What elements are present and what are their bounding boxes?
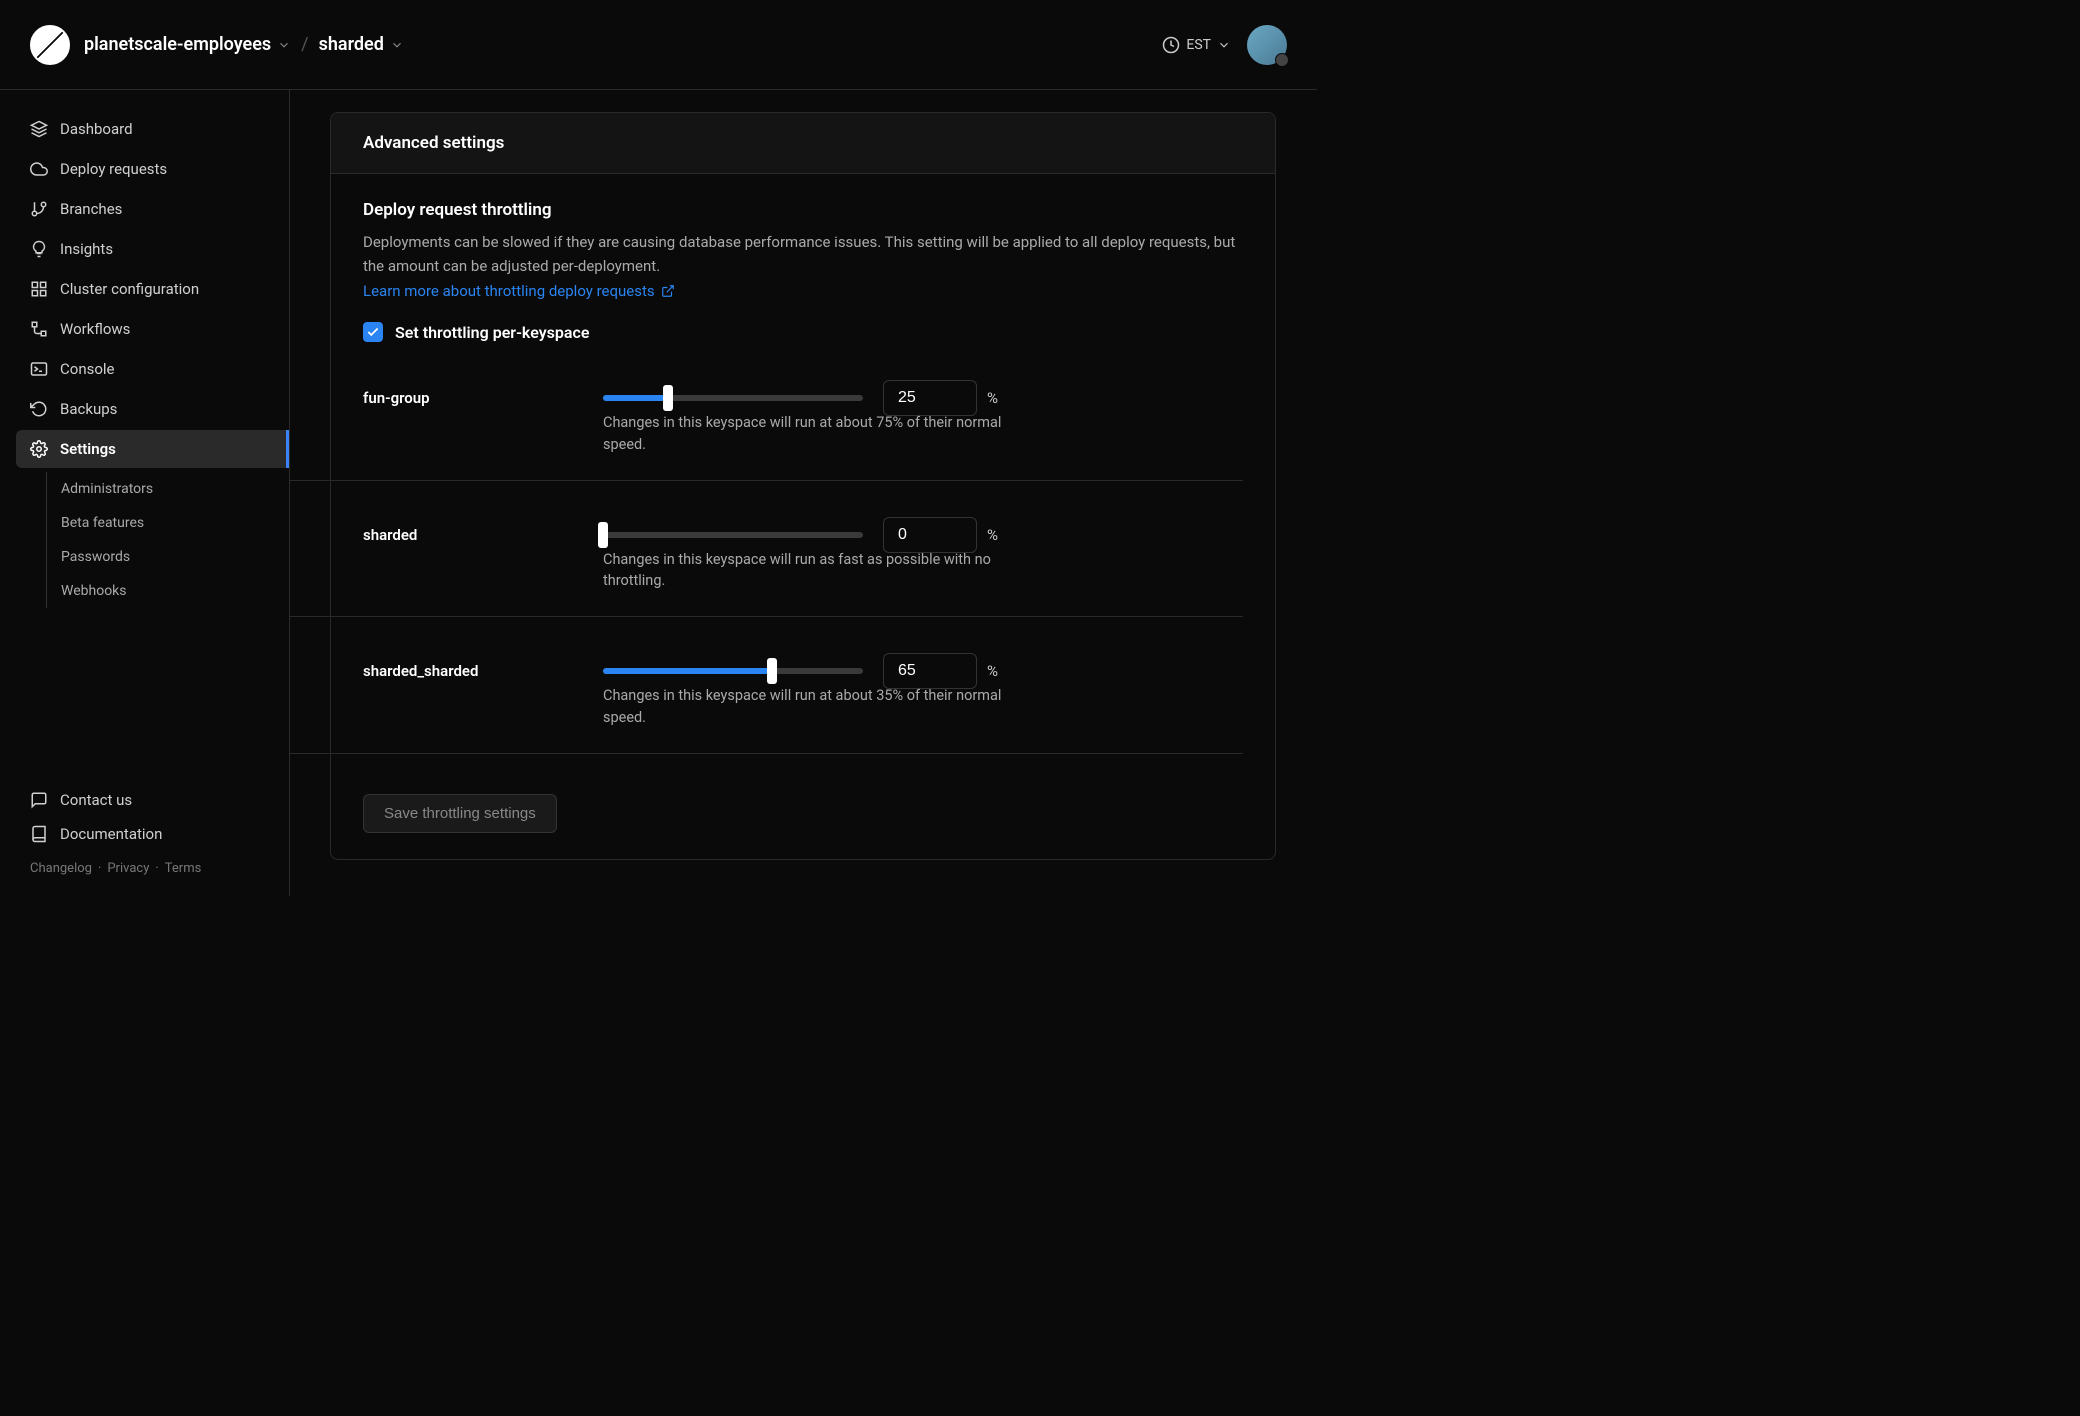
percent-label: % (987, 389, 998, 407)
docs-label: Documentation (60, 825, 162, 843)
contact-label: Contact us (60, 791, 132, 809)
logo[interactable] (30, 25, 70, 65)
chevron-down-icon (390, 38, 404, 52)
dot-separator: · (155, 861, 158, 876)
cloud-icon (30, 160, 48, 178)
subnav-passwords[interactable]: Passwords (47, 540, 273, 574)
sidebar-item-label: Insights (60, 240, 113, 258)
documentation-link[interactable]: Documentation (30, 817, 259, 851)
throttle-input[interactable] (883, 517, 977, 553)
book-icon (30, 825, 48, 843)
db-name: sharded (319, 34, 384, 55)
sidebar-item-label: Branches (60, 200, 122, 218)
keyspace-name: sharded_sharded (363, 662, 583, 680)
keyspace-hint: Changes in this keyspace will run as fas… (290, 549, 1243, 618)
slider-thumb[interactable] (598, 522, 608, 548)
throttle-slider[interactable] (603, 525, 863, 545)
keyspace-hint: Changes in this keyspace will run at abo… (290, 685, 1243, 754)
sidebar-item-console[interactable]: Console (16, 350, 273, 388)
per-keyspace-checkbox[interactable] (363, 322, 383, 342)
slider-thumb[interactable] (663, 385, 673, 411)
header-right: EST (1162, 25, 1287, 65)
breadcrumb: planetscale-employees / sharded (84, 34, 404, 55)
card-title: Advanced settings (331, 113, 1275, 174)
sidebar-item-label: Dashboard (60, 120, 133, 138)
keyspace-row: sharded_sharded % (363, 635, 1243, 689)
sidebar-item-label: Deploy requests (60, 160, 167, 178)
checkbox-row: Set throttling per-keyspace (363, 322, 1243, 342)
clock-icon (1162, 36, 1180, 54)
keyspace-name: fun-group (363, 389, 583, 407)
sidebar-item-label: Settings (60, 440, 116, 458)
external-link-icon (661, 284, 675, 298)
sidebar-item-cluster-config[interactable]: Cluster configuration (16, 270, 273, 308)
keyspace-hint: Changes in this keyspace will run at abo… (290, 412, 1243, 481)
keyspace-name: sharded (363, 526, 583, 544)
db-crumb[interactable]: sharded (319, 34, 404, 55)
grid-icon (30, 280, 48, 298)
subnav-webhooks[interactable]: Webhooks (47, 574, 273, 608)
sidebar-item-label: Cluster configuration (60, 280, 199, 298)
lightbulb-icon (30, 240, 48, 258)
dot-separator: · (98, 861, 101, 876)
terms-link[interactable]: Terms (165, 861, 202, 876)
percent-label: % (987, 662, 998, 680)
subnav-beta-features[interactable]: Beta features (47, 506, 273, 540)
sidebar-footer: Contact us Documentation Changelog · Pri… (0, 783, 289, 876)
sidebar-item-backups[interactable]: Backups (16, 390, 273, 428)
keyspace-row: sharded % (363, 499, 1243, 553)
footer-meta: Changelog · Privacy · Terms (30, 861, 259, 876)
throttle-slider[interactable] (603, 388, 863, 408)
subnav-administrators[interactable]: Administrators (47, 472, 273, 506)
workflow-icon (30, 320, 48, 338)
header-left: planetscale-employees / sharded (30, 25, 404, 65)
check-icon (366, 325, 380, 339)
sidebar-item-label: Backups (60, 400, 117, 418)
contact-us-link[interactable]: Contact us (30, 783, 259, 817)
section-title: Deploy request throttling (363, 200, 1243, 220)
timezone-selector[interactable]: EST (1162, 36, 1231, 54)
sidebar-item-settings[interactable]: Settings (16, 430, 289, 468)
throttle-input[interactable] (883, 380, 977, 416)
chat-icon (30, 791, 48, 809)
terminal-icon (30, 360, 48, 378)
slider-thumb[interactable] (767, 658, 777, 684)
sidebar-item-dashboard[interactable]: Dashboard (16, 110, 273, 148)
learn-more-label: Learn more about throttling deploy reque… (363, 282, 655, 300)
timezone-label: EST (1186, 37, 1211, 53)
layers-icon (30, 120, 48, 138)
card-body: Deploy request throttling Deployments ca… (331, 174, 1275, 859)
avatar[interactable] (1247, 25, 1287, 65)
sidebar: Dashboard Deploy requests Branches Insig… (0, 90, 290, 896)
save-button[interactable]: Save throttling settings (363, 794, 557, 833)
throttle-slider[interactable] (603, 661, 863, 681)
settings-subnav: Administrators Beta features Passwords W… (46, 472, 273, 608)
chevron-down-icon (277, 38, 291, 52)
section-description: Deployments can be slowed if they are ca… (363, 230, 1243, 278)
privacy-link[interactable]: Privacy (107, 861, 149, 876)
percent-label: % (987, 526, 998, 544)
chevron-down-icon (1217, 38, 1231, 52)
nav: Dashboard Deploy requests Branches Insig… (0, 110, 289, 608)
throttle-input[interactable] (883, 653, 977, 689)
sidebar-item-label: Workflows (60, 320, 130, 338)
sidebar-item-label: Console (60, 360, 115, 378)
sidebar-item-branches[interactable]: Branches (16, 190, 273, 228)
gear-icon (30, 440, 48, 458)
learn-more-link[interactable]: Learn more about throttling deploy reque… (363, 282, 675, 300)
keyspace-row: fun-group % (363, 362, 1243, 416)
main: Advanced settings Deploy request throttl… (290, 90, 1317, 896)
breadcrumb-separator: / (301, 34, 308, 55)
sidebar-item-insights[interactable]: Insights (16, 230, 273, 268)
sidebar-item-deploy-requests[interactable]: Deploy requests (16, 150, 273, 188)
settings-card: Advanced settings Deploy request throttl… (330, 112, 1276, 860)
checkbox-label: Set throttling per-keyspace (395, 323, 589, 342)
history-icon (30, 400, 48, 418)
org-name: planetscale-employees (84, 34, 271, 55)
header: planetscale-employees / sharded EST (0, 0, 1317, 90)
org-crumb[interactable]: planetscale-employees (84, 34, 291, 55)
changelog-link[interactable]: Changelog (30, 861, 92, 876)
branch-icon (30, 200, 48, 218)
sidebar-item-workflows[interactable]: Workflows (16, 310, 273, 348)
